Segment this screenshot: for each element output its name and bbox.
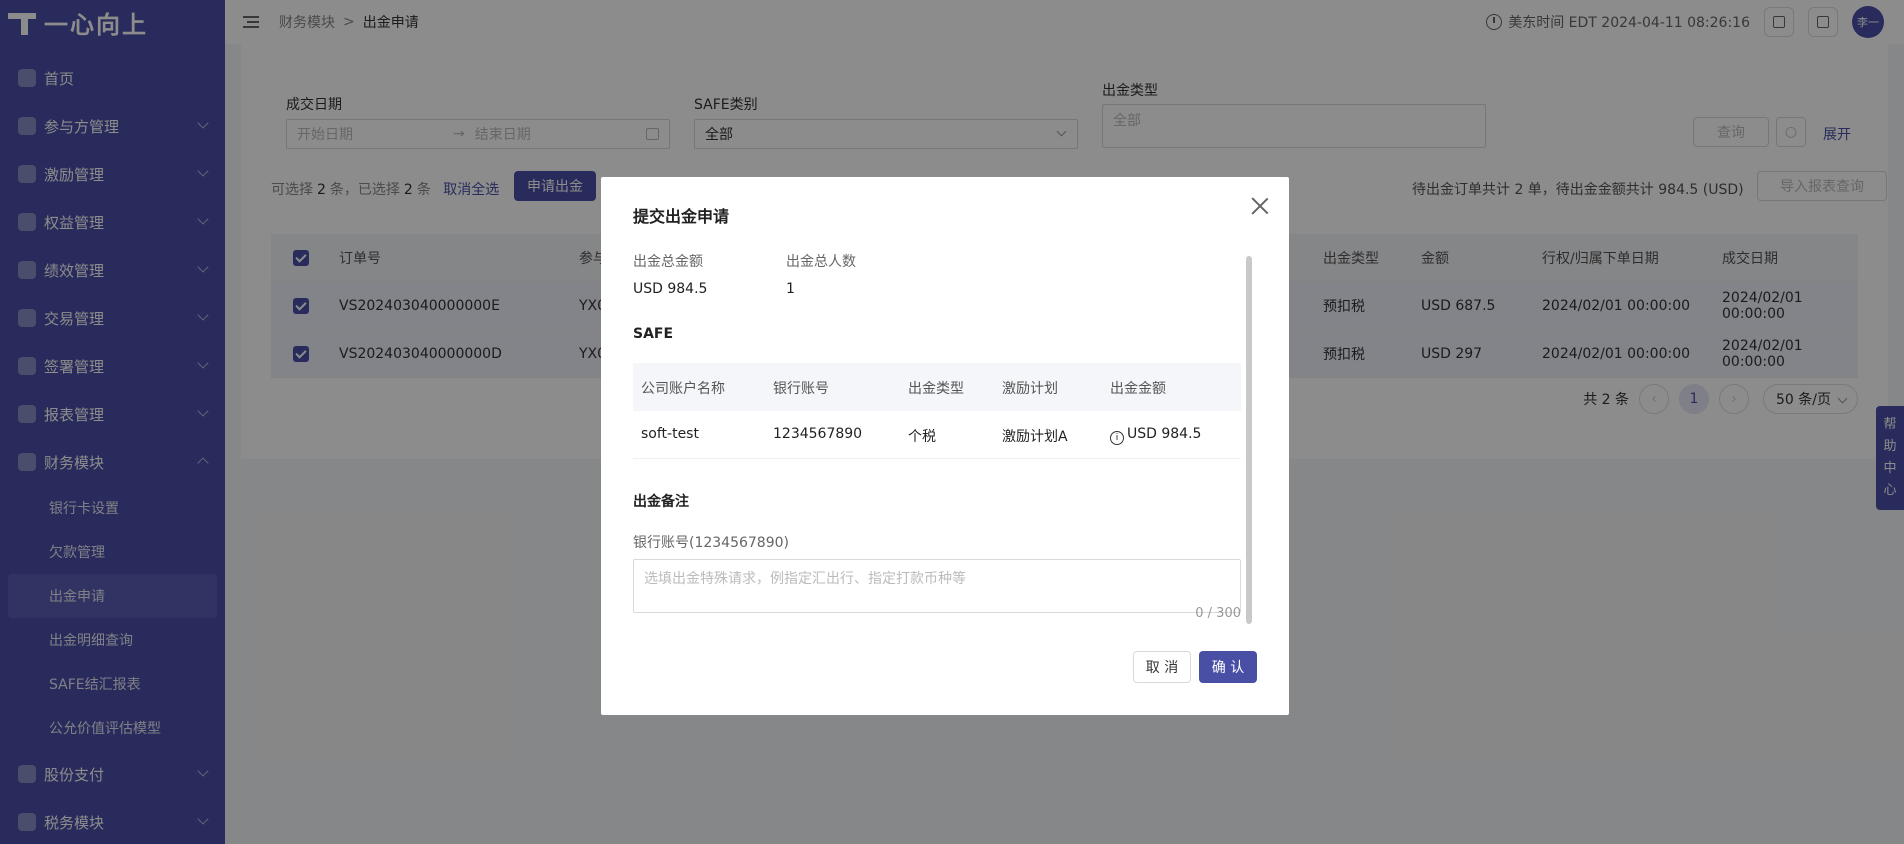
withdraw-submit-dialog: 提交出金申请 出金总金额 USD 984.5 出金总人数 1 SAFE 公司账户… [601,177,1289,715]
total-people-value: 1 [786,281,795,297]
amount-text: USD 984.5 [1127,426,1202,442]
table-row: soft-test 1234567890 个税 激励计划A i USD 984.5 [633,411,1241,459]
total-amount-value: USD 984.5 [633,281,708,297]
col-withdraw-type: 出金类型 [908,381,964,397]
account-table: 公司账户名称 银行账号 出金类型 激励计划 出金金额 soft-test 123… [633,363,1241,459]
dialog-body: 出金总金额 USD 984.5 出金总人数 1 SAFE 公司账户名称 银行账号… [633,251,1241,623]
char-counter: 0 / 300 [1195,606,1241,621]
bank-account-label: 银行账号(1234567890) [633,535,789,551]
remark-section-title: 出金备注 [633,494,689,510]
col-withdraw-amount: 出金金额 [1110,381,1166,397]
safe-section-title: SAFE [633,326,674,342]
cell-withdraw-type: 个税 [908,429,936,445]
dialog-scrollbar[interactable] [1246,256,1252,624]
total-amount-label: 出金总金额 [633,254,703,270]
col-incentive-plan: 激励计划 [1002,381,1058,397]
col-account-name: 公司账户名称 [641,381,725,397]
remark-textarea[interactable]: 选填出金特殊请求，例指定汇出行、指定打款币种等 [633,559,1241,613]
col-bank-account: 银行账号 [773,381,829,397]
dialog-title: 提交出金申请 [633,207,730,226]
cell-account-name: soft-test [641,426,699,442]
cell-bank-account: 1234567890 [773,426,863,442]
cancel-button[interactable]: 取 消 [1133,651,1191,683]
account-table-header: 公司账户名称 银行账号 出金类型 激励计划 出金金额 [633,363,1241,411]
total-people-label: 出金总人数 [786,254,856,270]
info-icon[interactable]: i [1110,431,1124,445]
cell-withdraw-amount: i USD 984.5 [1110,426,1201,445]
close-icon[interactable] [1251,197,1269,215]
cell-incentive-plan: 激励计划A [1002,429,1068,445]
remark-placeholder: 选填出金特殊请求，例指定汇出行、指定打款币种等 [644,571,966,587]
confirm-button[interactable]: 确 认 [1199,651,1257,683]
